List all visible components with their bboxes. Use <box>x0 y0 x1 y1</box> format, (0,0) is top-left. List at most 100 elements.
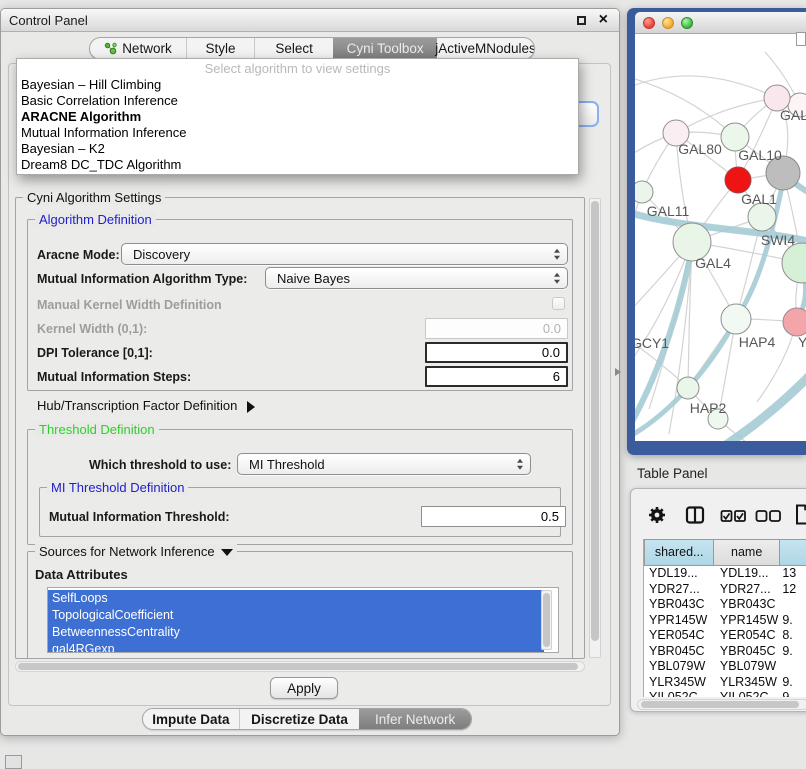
mi-threshold-input[interactable] <box>421 506 566 527</box>
table-cell[interactable]: 9 <box>782 690 806 697</box>
algorithm-option[interactable]: Dream8 DC_TDC Algorithm <box>17 157 578 173</box>
data-attribute-item[interactable]: gal4RGexp <box>48 641 544 653</box>
deselect-all-button[interactable] <box>755 509 782 528</box>
tab-network[interactable]: Network <box>90 38 186 59</box>
table-cell[interactable]: YBL079W <box>644 659 715 675</box>
network-canvas[interactable]: GALGAL80GAL10GAL1GAL11SWI4GAL4GCY1HAP4YH… <box>635 34 806 441</box>
table-cell[interactable]: YER054C <box>644 628 715 644</box>
table-cell[interactable]: YER054C <box>715 628 782 644</box>
settings-horizontal-scrollbar-thumb[interactable] <box>18 663 578 670</box>
table-cell[interactable]: YPR145W <box>715 613 782 629</box>
tab-jactivemnodules[interactable]: jActiveMNodules <box>437 38 534 59</box>
apply-button[interactable]: Apply <box>270 677 338 699</box>
data-attributes-list[interactable]: SelfLoopsTopologicalCoefficientBetweenne… <box>47 587 559 653</box>
column-header-shared-name[interactable]: shared... <box>644 539 714 566</box>
column-header-name[interactable]: name <box>713 539 780 566</box>
table-cell[interactable]: YIL052C <box>715 690 782 697</box>
network-node[interactable] <box>783 308 806 336</box>
table-cell[interactable]: YLR345W <box>715 675 782 691</box>
select-all-button[interactable] <box>720 509 747 528</box>
zoom-traffic-light-icon[interactable] <box>681 17 693 29</box>
algorithm-option[interactable]: Bayesian – Hill Climbing <box>17 77 578 93</box>
settings-vertical-scrollbar-thumb[interactable] <box>591 201 599 641</box>
tab-discretize-data[interactable]: Discretize Data <box>239 709 360 729</box>
network-node[interactable] <box>725 167 751 193</box>
table-cell[interactable] <box>782 597 806 613</box>
manual-kernel-width-checkbox[interactable] <box>552 297 565 310</box>
settings-vertical-scrollbar[interactable] <box>589 198 601 658</box>
table-row[interactable]: YIL052CYIL052C9 <box>644 690 806 697</box>
table-cell[interactable]: YLR345W <box>644 675 715 691</box>
table-row[interactable]: YER054CYER054C8. <box>644 628 806 644</box>
export-table-button[interactable] <box>795 504 806 530</box>
tab-infer-network[interactable]: Infer Network <box>359 709 471 729</box>
table-row[interactable]: YBL079WYBL079W <box>644 659 806 675</box>
float-window-icon[interactable] <box>577 16 586 25</box>
table-horizontal-scrollbar-thumb[interactable] <box>641 701 799 708</box>
data-attribute-item[interactable]: SelfLoops <box>48 590 544 607</box>
network-view-titlebar[interactable] <box>635 12 806 34</box>
data-attribute-item[interactable]: TopologicalCoefficient <box>48 607 544 624</box>
table-cell[interactable]: 9. <box>782 613 806 629</box>
table-cell[interactable]: 13 <box>782 566 806 582</box>
table-row[interactable]: YDR27...YDR27...12 <box>644 582 806 598</box>
network-node[interactable] <box>635 181 653 203</box>
table-row[interactable]: YBR043CYBR043C <box>644 597 806 613</box>
close-window-icon[interactable]: × <box>599 11 608 29</box>
collapse-down-icon[interactable] <box>221 549 233 556</box>
mi-algorithm-type-combo[interactable]: Naive Bayes <box>265 267 568 289</box>
data-attribute-item[interactable]: BetweennessCentrality <box>48 624 544 641</box>
close-traffic-light-icon[interactable] <box>643 17 655 29</box>
minimized-panel-icon[interactable] <box>5 755 22 769</box>
splitter-handle-icon[interactable] <box>615 368 621 376</box>
tab-cyni-toolbox[interactable]: Cyni Toolbox <box>333 38 437 59</box>
hub-definition-toggle[interactable]: Hub/Transcription Factor Definition <box>37 398 255 413</box>
tab-style[interactable]: Style <box>186 38 254 59</box>
attributes-scrollbar-thumb[interactable] <box>543 593 550 647</box>
split-columns-button[interactable] <box>685 505 705 530</box>
attributes-scrollbar[interactable] <box>541 590 552 650</box>
table-cell[interactable]: 9. <box>782 675 806 691</box>
aracne-mode-combo[interactable]: Discovery <box>121 243 568 265</box>
column-header-clipped[interactable] <box>779 539 806 566</box>
table-cell[interactable]: YBR045C <box>644 644 715 660</box>
kernel-width-input[interactable] <box>425 318 568 339</box>
table-cell[interactable]: YPR145W <box>644 613 715 629</box>
network-node[interactable] <box>748 203 776 231</box>
table-cell[interactable]: YBR043C <box>715 597 782 613</box>
table-cell[interactable]: 12 <box>782 582 806 598</box>
settings-horizontal-scrollbar[interactable] <box>15 661 585 672</box>
mi-steps-input[interactable] <box>425 366 568 387</box>
table-cell[interactable]: YIL052C <box>644 690 715 697</box>
algorithm-option[interactable]: Basic Correlation Inference <box>17 93 578 109</box>
table-cell[interactable]: 9. <box>782 644 806 660</box>
network-node[interactable] <box>677 377 699 399</box>
table-horizontal-scrollbar[interactable] <box>637 699 806 710</box>
tab-select[interactable]: Select <box>254 38 333 59</box>
table-row[interactable]: YLR345WYLR345W9. <box>644 675 806 691</box>
tab-impute-data[interactable]: Impute Data <box>143 709 239 729</box>
dpi-tolerance-input[interactable] <box>425 342 568 363</box>
table-cell[interactable]: YBR043C <box>644 597 715 613</box>
table-cell[interactable]: YDR27... <box>644 582 715 598</box>
table-cell[interactable]: YDL19... <box>644 566 715 582</box>
table-cell[interactable]: YBR045C <box>715 644 782 660</box>
table-row[interactable]: YDL19...YDL19...13 <box>644 566 806 582</box>
table-cell[interactable]: YDL19... <box>715 566 782 582</box>
network-node[interactable] <box>721 304 751 334</box>
table-cell[interactable]: 8. <box>782 628 806 644</box>
algorithm-option[interactable]: ARACNE Algorithm <box>17 109 578 125</box>
minimize-traffic-light-icon[interactable] <box>662 17 674 29</box>
sources-title[interactable]: Sources for Network Inference <box>35 544 237 559</box>
expand-right-icon[interactable] <box>247 401 255 413</box>
network-canvas-container[interactable]: GALGAL80GAL10GAL1GAL11SWI4GAL4GCY1HAP4YH… <box>635 34 806 441</box>
table-cell[interactable] <box>782 659 806 675</box>
algorithm-option[interactable]: Bayesian – K2 <box>17 141 578 157</box>
network-node[interactable] <box>782 243 806 283</box>
table-settings-button[interactable] <box>647 505 667 530</box>
algorithm-option[interactable]: Mutual Information Inference <box>17 125 578 141</box>
table-row[interactable]: YPR145WYPR145W9. <box>644 613 806 629</box>
control-panel-titlebar[interactable]: Control Panel × <box>1 9 619 32</box>
table-row[interactable]: YBR045CYBR045C9. <box>644 644 806 660</box>
which-threshold-combo[interactable]: MI Threshold <box>237 453 531 475</box>
